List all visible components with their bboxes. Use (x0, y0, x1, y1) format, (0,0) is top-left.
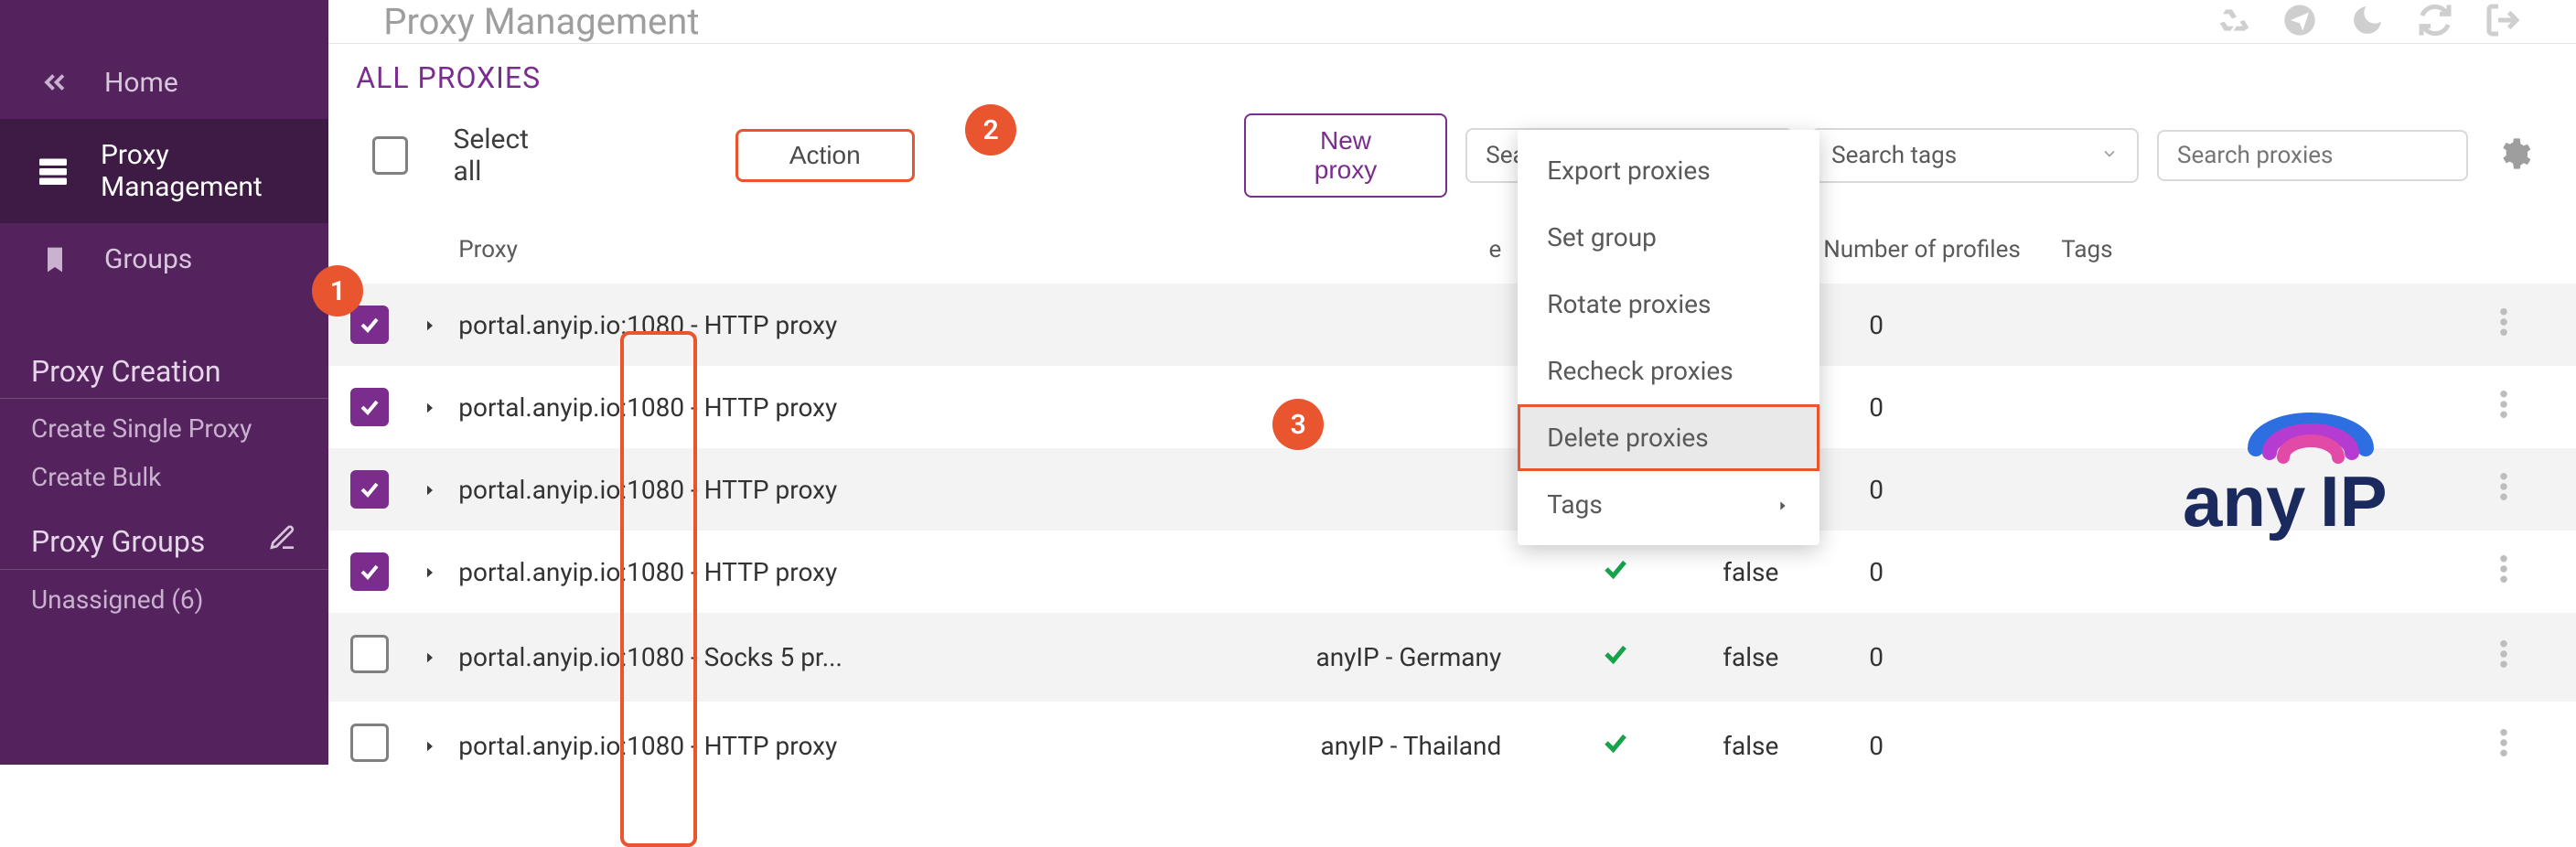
all-proxies-heading: ALL PROXIES (356, 60, 2554, 95)
table-row: portal.anyip.io:1080 - HTTP proxyfalse0 (328, 284, 2576, 366)
action-button[interactable]: Action (735, 129, 915, 182)
table-body: portal.anyip.io:1080 - HTTP proxyfalse0p… (328, 284, 2576, 790)
dropdown-set-group[interactable]: Set group (1518, 204, 1819, 271)
link-unassigned-group[interactable]: Unassigned (6) (0, 575, 328, 624)
servers-icon (37, 155, 70, 188)
row-checkbox[interactable] (350, 306, 389, 344)
cell-proxy-name: portal.anyip.io:1080 - HTTP proxy (458, 310, 1080, 340)
chevrons-left-icon (37, 66, 73, 99)
nav-proxy-management-label: Proxy Management (101, 139, 292, 203)
select-all-checkbox[interactable] (372, 136, 407, 175)
logout-icon[interactable] (2485, 2, 2521, 42)
kebab-menu-icon[interactable] (2499, 733, 2508, 763)
table-row: portal.anyip.io:1080 - HTTP proxy false0 (328, 531, 2576, 613)
nav-proxy-management[interactable]: Proxy Management (0, 119, 328, 223)
expand-caret-icon[interactable] (422, 392, 438, 423)
page-title: Proxy Management (383, 0, 699, 43)
th-profiles: Number of profiles (1823, 236, 2061, 263)
callout-1: 1 (312, 265, 363, 316)
action-dropdown: Export proxies Set group Rotate proxies … (1518, 130, 1819, 545)
dropdown-recheck-proxies[interactable]: Recheck proxies (1518, 338, 1819, 404)
nav-groups[interactable]: Groups (0, 223, 328, 295)
select-all-label: Select all (454, 123, 553, 188)
search-tags-select[interactable]: Search tags (1811, 128, 2139, 183)
cell-proxy-name: portal.anyip.io:1080 - HTTP proxy (458, 392, 1080, 423)
kebab-menu-icon[interactable] (2499, 477, 2508, 507)
cell-proxy-name: portal.anyip.io:1080 - HTTP proxy (458, 475, 1080, 505)
nav-home-label: Home (104, 67, 178, 99)
expand-caret-icon[interactable] (422, 557, 438, 587)
table-row: portal.anyip.io:1080 - HTTP proxyfalse0 (328, 366, 2576, 448)
recycle-icon[interactable] (2214, 2, 2250, 42)
new-proxy-button[interactable]: New proxy (1244, 113, 1448, 198)
th-tags: Tags (2061, 236, 2499, 263)
row-checkbox[interactable] (350, 724, 389, 762)
callout-3: 3 (1272, 399, 1324, 450)
nav-groups-label: Groups (104, 243, 192, 275)
section-proxy-groups: Proxy Groups (0, 501, 328, 570)
expand-caret-icon[interactable] (422, 475, 438, 505)
cell-note: anyIP - Thailand (1080, 731, 1602, 761)
kebab-menu-icon[interactable] (2499, 312, 2508, 342)
cell-profiles: 0 (1869, 475, 2107, 505)
cell-proxy-name: portal.anyip.io:1080 - HTTP proxy (458, 557, 1080, 587)
cell-proxy-name: portal.anyip.io:1080 - Socks 5 pr... (458, 642, 1080, 672)
chevron-down-icon (2100, 142, 2119, 169)
check-icon (1602, 644, 1629, 674)
sidebar: Home Proxy Management Groups Proxy Creat… (0, 0, 328, 765)
topbar: Proxy Management (328, 0, 2576, 44)
check-icon (1602, 559, 1629, 589)
cell-profiles: 0 (1869, 310, 2107, 340)
cell-rotating: false (1723, 642, 1869, 672)
expand-caret-icon[interactable] (422, 642, 438, 672)
edit-icon[interactable] (268, 523, 297, 560)
cell-profiles: 0 (1869, 392, 2107, 423)
callout-2: 2 (965, 104, 1016, 155)
row-checkbox[interactable] (350, 470, 389, 509)
bookmark-icon (37, 245, 73, 274)
kebab-menu-icon[interactable] (2499, 644, 2508, 674)
send-icon[interactable] (2281, 2, 2318, 42)
cell-note: anyIP - Germany (1080, 642, 1602, 672)
nav-home[interactable]: Home (0, 46, 328, 119)
cell-profiles: 0 (1869, 642, 2107, 672)
caret-right-icon (1776, 489, 1790, 520)
refresh-icon[interactable] (2417, 2, 2453, 42)
dropdown-delete-proxies[interactable]: Delete proxies (1518, 404, 1819, 471)
row-checkbox[interactable] (350, 388, 389, 426)
link-create-single-proxy[interactable]: Create Single Proxy (0, 404, 328, 453)
cell-profiles: 0 (1869, 557, 2107, 587)
row-checkbox[interactable] (350, 635, 389, 673)
th-note: e (1080, 236, 1556, 263)
th-proxy: Proxy (458, 236, 1080, 263)
expand-caret-icon[interactable] (422, 310, 438, 340)
cell-profiles: 0 (1869, 731, 2107, 761)
search-proxies-input[interactable] (2157, 130, 2468, 181)
kebab-menu-icon[interactable] (2499, 394, 2508, 424)
section-proxy-creation: Proxy Creation (0, 332, 328, 399)
proxy-table: Proxy e Validity Rotating Number of prof… (328, 216, 2576, 790)
topbar-icons (2214, 2, 2521, 42)
table-header: Proxy e Validity Rotating Number of prof… (328, 216, 2576, 284)
dropdown-export-proxies[interactable]: Export proxies (1518, 137, 1819, 204)
gear-icon[interactable] (2496, 135, 2532, 176)
table-row: portal.anyip.io:1080 - Socks 5 pr...anyI… (328, 613, 2576, 702)
table-row: portal.anyip.io:1080 - HTTP proxyfalse0 (328, 448, 2576, 531)
subheader: ALL PROXIES Select all Action New proxy … (328, 44, 2576, 216)
row-checkbox[interactable] (350, 552, 389, 591)
cell-rotating: false (1723, 731, 1869, 761)
link-create-bulk[interactable]: Create Bulk (0, 453, 328, 501)
main-content: Proxy Management ALL PROXIES Select all … (328, 0, 2576, 765)
dropdown-tags[interactable]: Tags (1518, 471, 1819, 538)
kebab-menu-icon[interactable] (2499, 559, 2508, 589)
table-row: portal.anyip.io:1080 - HTTP proxyanyIP -… (328, 702, 2576, 790)
moon-icon[interactable] (2349, 2, 2386, 42)
expand-caret-icon[interactable] (422, 731, 438, 761)
cell-rotating: false (1723, 557, 1869, 587)
dropdown-rotate-proxies[interactable]: Rotate proxies (1518, 271, 1819, 338)
check-icon (1602, 733, 1629, 763)
toolbar: Select all Action New proxy Search group… (350, 95, 2554, 216)
cell-proxy-name: portal.anyip.io:1080 - HTTP proxy (458, 731, 1080, 761)
